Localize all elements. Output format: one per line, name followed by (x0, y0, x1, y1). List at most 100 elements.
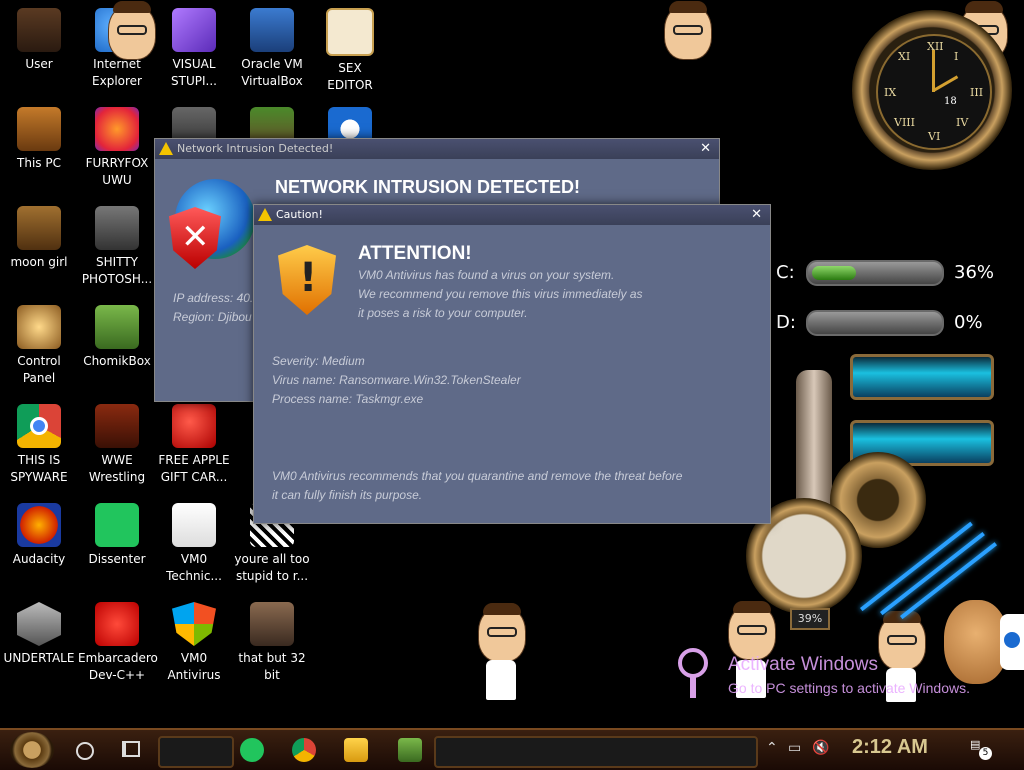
virtualbox-icon (250, 8, 294, 52)
key-icon (678, 648, 708, 698)
close-button[interactable]: ✕ (751, 205, 762, 225)
message-line: VM0 Antivirus has found a virus on your … (358, 268, 615, 282)
clock-numeral: III (970, 86, 984, 99)
taskbar-slot (434, 736, 758, 768)
clock-numeral: IX (884, 86, 897, 99)
desktop-icon-devcpp[interactable]: Embarcadero Dev-C++ (78, 598, 158, 684)
chomikbox-icon (95, 305, 139, 349)
cartoon-head-sticker (728, 601, 776, 660)
desktop-icon-gimp[interactable]: SHITTY PHOTOSH... (78, 202, 156, 288)
antivirus-shield-icon (172, 602, 216, 646)
desktop-icon-visual-studio[interactable]: VISUAL STUPI... (155, 4, 233, 90)
undertale-icon (17, 602, 61, 646)
recommendation-line: VM0 Antivirus recommends that you quaran… (272, 469, 683, 483)
message-line: it poses a risk to your computer. (358, 306, 528, 320)
desktop-icon-dissenter[interactable]: Dissenter (78, 499, 156, 568)
process-name-label: Process name: Taskmgr.exe (272, 392, 424, 406)
desktop-icon-control-panel[interactable]: Control Panel (0, 301, 78, 387)
dissenter-icon (95, 503, 139, 547)
desktop-icon-vm0-antivirus[interactable]: VM0 Antivirus (155, 598, 233, 684)
severity-label: Severity: Medium (272, 354, 365, 368)
chrome-icon[interactable] (292, 738, 316, 762)
technician-icon (172, 503, 216, 547)
cartoon-head-sticker (108, 1, 156, 60)
clock-numeral: XI (898, 50, 911, 63)
drive-c-tube (806, 260, 944, 286)
teamviewer-icon (1004, 632, 1020, 648)
clock-widget[interactable]: XII III VI IX I XI IV VIII 18 (852, 10, 1012, 170)
file-explorer-icon[interactable] (344, 738, 368, 762)
portrait-icon (250, 602, 294, 646)
taskbar-slot (158, 736, 234, 768)
desktop-icon-this-pc[interactable]: This PC (0, 103, 78, 172)
task-view-icon[interactable] (122, 741, 140, 757)
hamster-sticker (944, 600, 1008, 684)
clock-numeral: XII (927, 40, 944, 53)
apple-icon (172, 404, 216, 448)
notification-count: 5 (979, 747, 992, 760)
clock-face: XII III VI IX I XI IV VIII 18 (876, 34, 992, 150)
taskbar: ⌃ ▭ 🔇 2:12 AM ▤ 5 (0, 728, 1024, 770)
titlebar[interactable]: Network Intrusion Detected! ✕ (155, 139, 719, 159)
activate-windows-subtitle: Go to PC settings to activate Windows. (728, 680, 970, 696)
chrome-icon (17, 404, 61, 448)
desktop-icon-moon-girl[interactable]: moon girl (0, 202, 78, 271)
drive-d-tube (806, 310, 944, 336)
window-title: Network Intrusion Detected! (177, 142, 334, 155)
desktop-icon-chrome[interactable]: THIS IS SPYWARE (0, 400, 78, 486)
hex-editor-icon (326, 8, 374, 56)
clock-numeral: I (954, 50, 959, 63)
visual-studio-icon (172, 8, 216, 52)
ip-address: IP address: 40. (173, 291, 254, 305)
chomikbox-icon[interactable] (398, 738, 422, 762)
red-shield-icon: ✕ (169, 207, 221, 269)
drive-c-label: C: (776, 262, 795, 283)
caution-window[interactable]: Caution! ✕ ! ATTENTION! VM0 Antivirus ha… (253, 204, 771, 524)
cpu-tube (850, 354, 994, 400)
desktop-icon-user[interactable]: User (0, 4, 78, 73)
warning-shield-icon: ! (278, 245, 336, 315)
gauge-readout: 39% (790, 608, 830, 630)
devcpp-icon (95, 602, 139, 646)
desktop-icon-vm0-technician[interactable]: VM0 Technic... (155, 499, 233, 585)
desktop-icon-32bit[interactable]: that but 32 bit (233, 598, 311, 684)
clock-hour-hand (932, 75, 959, 92)
region: Region: Djibou (173, 310, 252, 324)
clock-numeral: VIII (894, 116, 915, 129)
user-folder-icon (17, 8, 61, 52)
cartoon-head-sticker (664, 1, 712, 60)
titlebar[interactable]: Caution! ✕ (254, 205, 770, 225)
desktop-icon-hex-editor[interactable]: SEX EDITOR (311, 4, 389, 94)
cartoon-head-sticker (478, 603, 526, 662)
network-icon[interactable]: ▭ (788, 740, 801, 756)
desktop-icon-chomikbox[interactable]: ChomikBox (78, 301, 156, 370)
drive-c-fill (812, 266, 856, 280)
taskbar-clock[interactable]: 2:12 AM (852, 736, 928, 759)
wwe-icon (95, 404, 139, 448)
firefox-icon (95, 107, 139, 151)
notification-icon[interactable]: ▤ 5 (970, 738, 992, 760)
activate-windows-title: Activate Windows (728, 654, 878, 675)
volume-muted-icon[interactable]: 🔇 (812, 740, 829, 756)
chevron-up-icon[interactable]: ⌃ (766, 740, 778, 756)
virus-name-label: Virus name: Ransomware.Win32.TokenSteale… (272, 373, 521, 387)
desktop-icon-audacity[interactable]: Audacity (0, 499, 78, 568)
this-pc-icon (17, 107, 61, 151)
teamviewer-side-tab[interactable] (1000, 614, 1024, 670)
audacity-icon (17, 503, 61, 547)
window-title: Caution! (276, 208, 323, 221)
desktop-icon-wwe[interactable]: WWE Wrestling (78, 400, 156, 486)
cortana-circle-icon[interactable] (76, 742, 94, 760)
control-panel-icon (17, 305, 61, 349)
dissenter-icon[interactable] (240, 738, 264, 762)
clock-numeral: VI (928, 130, 941, 143)
desktop-icon-virtualbox[interactable]: Oracle VM VirtualBox (233, 4, 311, 90)
desktop-icon-undertale[interactable]: UNDERTALE (0, 598, 78, 667)
close-button[interactable]: ✕ (700, 139, 711, 159)
start-button[interactable] (10, 732, 54, 768)
desktop-icon-firefox[interactable]: FURRYFOX UWU (78, 103, 156, 189)
warning-icon (159, 142, 173, 155)
gimp-icon (95, 206, 139, 250)
message-line: We recommend you remove this virus immed… (358, 287, 643, 301)
drive-c-percent: 36% (954, 262, 995, 283)
